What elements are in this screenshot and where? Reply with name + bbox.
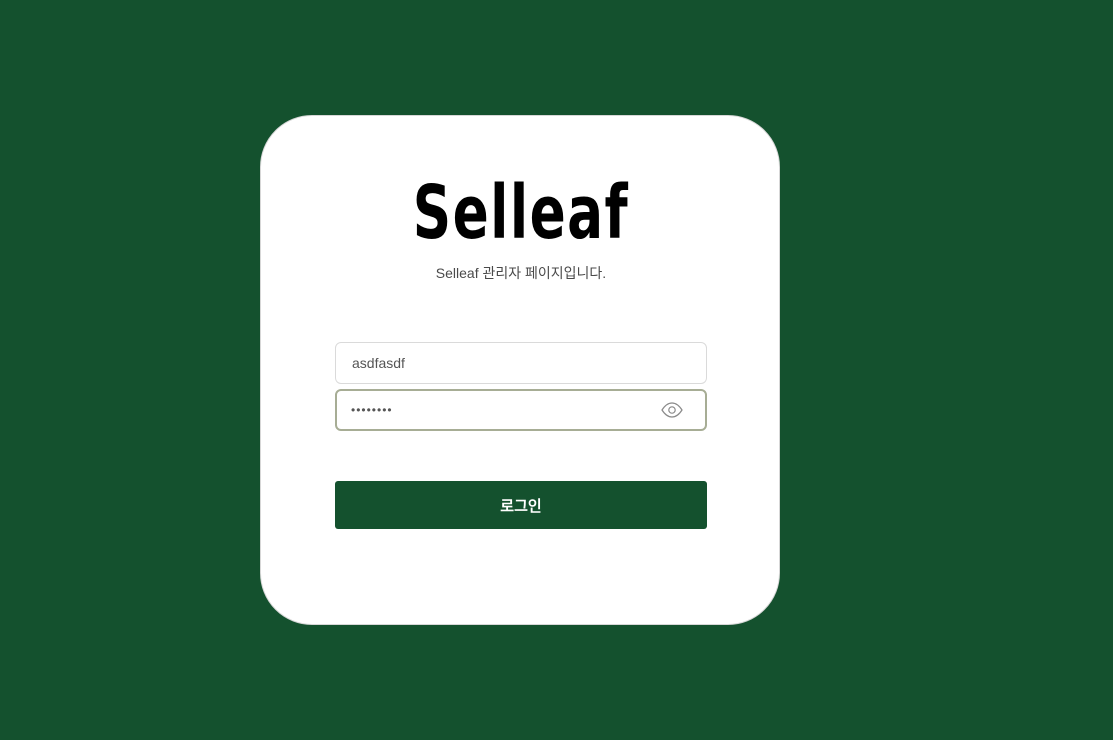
id-input[interactable] (336, 343, 706, 383)
password-input[interactable] (337, 391, 705, 429)
selleaf-logo: Selleaf (412, 170, 630, 256)
password-field[interactable] (335, 389, 707, 431)
login-card: Selleaf Selleaf 관리자 페이지입니다. 로그인 (260, 115, 780, 625)
login-button[interactable]: 로그인 (335, 481, 707, 529)
eye-icon[interactable] (661, 402, 683, 418)
page-subtitle: Selleaf 관리자 페이지입니다. (435, 265, 607, 281)
id-field[interactable] (335, 342, 707, 384)
